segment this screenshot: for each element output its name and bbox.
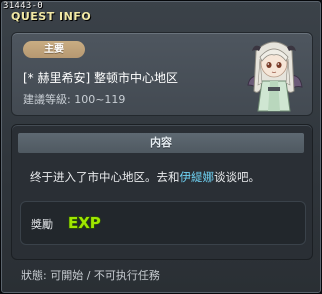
- quest-category-badge: 主要: [23, 41, 85, 58]
- window-title: QUEST INFO: [11, 10, 92, 23]
- reward-label: 獎勵: [31, 218, 53, 231]
- quest-description-text: 终于进入了市中心地区。去和: [30, 170, 180, 184]
- exp-icon: EXP: [67, 213, 101, 232]
- quest-description: 终于进入了市中心地区。去和伊緹娜谈谈吧。: [30, 169, 260, 185]
- exp-icon-text: EXP: [68, 214, 101, 232]
- quest-header-panel: 主要 [* 赫里希安] 整顿市中心地区 建議等級: 100~119: [11, 32, 313, 116]
- npc-name-link[interactable]: 伊緹娜: [180, 170, 215, 184]
- quest-description-text-end: 谈谈吧。: [214, 170, 260, 184]
- quest-content-panel: 内容 终于进入了市中心地区。去和伊緹娜谈谈吧。 獎勵 EXP: [11, 124, 313, 260]
- quest-status: 狀態: 可開始 / 不可执行任務: [21, 269, 160, 282]
- content-section-title: 内容: [18, 133, 304, 153]
- recommended-level: 建議等級: 100~119: [23, 93, 126, 106]
- quest-info-window: 31443-0 QUEST INFO 主要 [* 赫里希安] 整顿市中心地区 建…: [0, 0, 322, 294]
- npc-portrait-icon: [247, 41, 303, 112]
- quest-name: [* 赫里希安] 整顿市中心地区: [23, 71, 178, 85]
- reward-box: 獎勵 EXP: [20, 201, 306, 245]
